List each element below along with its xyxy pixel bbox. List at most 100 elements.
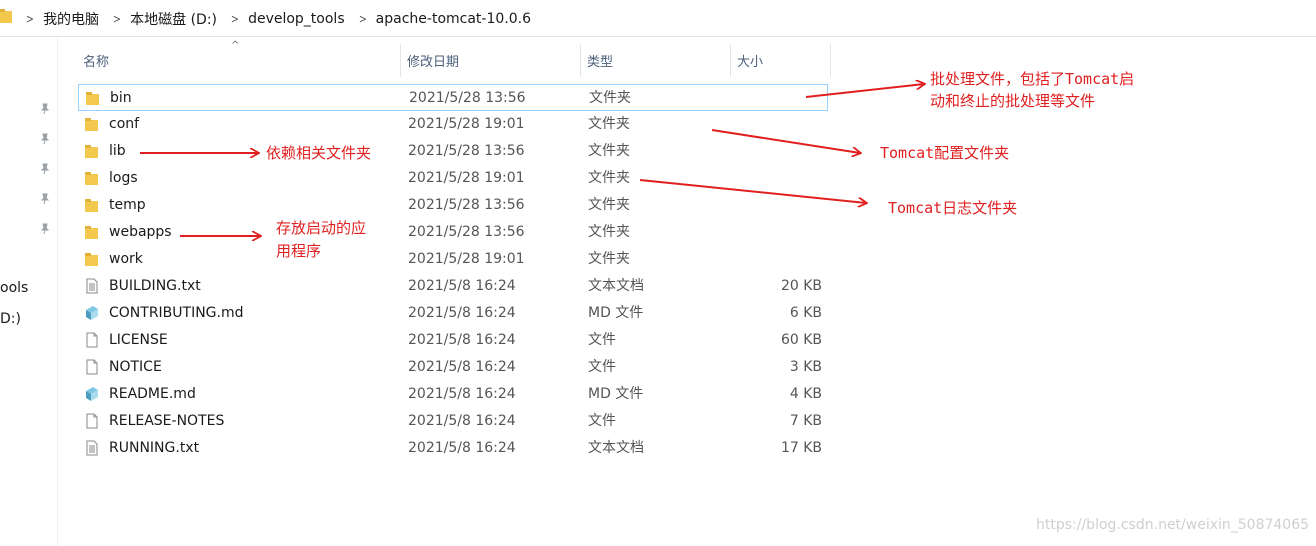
column-header-date[interactable]: 修改日期 <box>402 44 580 77</box>
file-type: MD 文件 <box>588 386 644 402</box>
file-row[interactable]: bin 2021/5/28 13:56 文件夹 <box>78 84 828 111</box>
file-type: MD 文件 <box>588 305 644 321</box>
file-date: 2021/5/8 16:24 <box>408 386 516 402</box>
breadcrumb-item-develop-tools[interactable]: develop_tools <box>248 11 357 27</box>
blank-file-icon <box>86 332 98 348</box>
annotation-logs: Tomcat日志文件夹 <box>888 199 1018 217</box>
file-date: 2021/5/8 16:24 <box>408 278 516 294</box>
file-size: 4 KB <box>789 386 822 402</box>
file-row[interactable]: RELEASE-NOTES 2021/5/8 16:24 文件 7 KB <box>78 408 828 435</box>
file-type: 文件夹 <box>588 197 630 213</box>
blank-file-icon <box>86 413 98 429</box>
annotation-bin-line1: 批处理文件，包括了Tomcat启 <box>930 70 1135 88</box>
file-size: 3 KB <box>789 359 822 375</box>
file-date: 2021/5/8 16:24 <box>408 413 516 429</box>
file-row[interactable]: README.md 2021/5/8 16:24 MD 文件 4 KB <box>78 381 828 408</box>
file-row[interactable]: LICENSE 2021/5/8 16:24 文件 60 KB <box>78 327 828 354</box>
file-name: logs <box>109 170 138 186</box>
column-header-type[interactable]: 类型 <box>582 44 730 77</box>
blank-file-icon <box>86 359 98 375</box>
column-divider[interactable] <box>730 44 731 77</box>
column-header-name[interactable]: 名称 <box>78 44 400 77</box>
file-row[interactable]: temp 2021/5/28 13:56 文件夹 <box>78 192 828 219</box>
folder-icon <box>86 92 99 105</box>
file-type: 文件 <box>588 332 616 348</box>
annotation-conf: Tomcat配置文件夹 <box>880 144 1010 162</box>
pin-icon[interactable] <box>39 133 51 145</box>
file-date: 2021/5/28 19:01 <box>408 251 525 267</box>
file-date: 2021/5/28 19:01 <box>408 116 525 132</box>
folder-icon <box>85 199 98 212</box>
folder-icon <box>85 172 98 185</box>
file-date: 2021/5/28 13:56 <box>409 90 526 106</box>
chevron-right-icon[interactable]: > <box>113 12 128 26</box>
column-divider[interactable] <box>580 44 581 77</box>
file-date: 2021/5/8 16:24 <box>408 440 516 456</box>
column-header-type-label: 类型 <box>587 55 614 70</box>
file-name: RELEASE-NOTES <box>109 413 225 429</box>
column-header-size-label: 大小 <box>737 55 764 70</box>
file-size: 17 KB <box>780 440 822 456</box>
file-row[interactable]: conf 2021/5/28 19:01 文件夹 <box>78 111 828 138</box>
file-name: README.md <box>109 386 196 402</box>
file-name: work <box>109 251 143 267</box>
breadcrumb-item-my-computer[interactable]: 我的电脑 <box>43 9 111 29</box>
file-date: 2021/5/28 13:56 <box>408 197 525 213</box>
address-bar[interactable]: > 我的电脑 > 本地磁盘 (D:) > develop_tools > apa… <box>0 0 1316 37</box>
annotation-webapps-line2: 用程序 <box>276 242 322 260</box>
folder-icon <box>85 145 98 158</box>
folder-icon <box>85 118 98 131</box>
watermark: https://blog.csdn.net/weixin_50874065 <box>1036 517 1310 533</box>
folder-icon <box>85 226 98 239</box>
file-row[interactable]: lib 2021/5/28 13:56 文件夹 <box>78 138 828 165</box>
breadcrumb-item-tomcat[interactable]: apache-tomcat-10.0.6 <box>376 11 543 27</box>
file-size: 6 KB <box>789 305 822 321</box>
file-name: conf <box>109 116 140 132</box>
breadcrumb: > 我的电脑 > 本地磁盘 (D:) > develop_tools > apa… <box>24 0 543 37</box>
file-row[interactable]: CONTRIBUTING.md 2021/5/8 16:24 MD 文件 6 KB <box>78 300 828 327</box>
column-divider[interactable] <box>400 44 401 77</box>
folder-icon <box>85 253 98 266</box>
file-name: lib <box>109 143 126 159</box>
annotation-lib: 依赖相关文件夹 <box>266 144 372 162</box>
annotation-webapps-line1: 存放启动的应 <box>276 219 367 237</box>
file-date: 2021/5/8 16:24 <box>408 359 516 375</box>
file-type: 文件夹 <box>589 90 631 106</box>
folder-icon <box>0 9 12 23</box>
file-row[interactable]: NOTICE 2021/5/8 16:24 文件 3 KB <box>78 354 828 381</box>
md-file-icon <box>86 306 98 320</box>
pin-icon[interactable] <box>39 103 51 115</box>
column-divider[interactable] <box>830 44 831 77</box>
file-row[interactable]: webapps 2021/5/28 13:56 文件夹 <box>78 219 828 246</box>
file-date: 2021/5/28 13:56 <box>408 224 525 240</box>
nav-item-develop-tools[interactable]: ools <box>0 280 28 296</box>
text-file-icon <box>86 440 98 456</box>
file-row[interactable]: BUILDING.txt 2021/5/8 16:24 文本文档 20 KB <box>78 273 828 300</box>
file-name: BUILDING.txt <box>109 278 201 294</box>
pin-icon[interactable] <box>39 223 51 235</box>
nav-item-drive-d[interactable]: D:) <box>0 311 21 327</box>
file-type: 文件夹 <box>588 224 630 240</box>
file-date: 2021/5/28 13:56 <box>408 143 525 159</box>
chevron-right-icon[interactable]: > <box>231 12 246 26</box>
text-file-icon <box>86 278 98 294</box>
file-row[interactable]: work 2021/5/28 19:01 文件夹 <box>78 246 828 273</box>
file-row[interactable]: RUNNING.txt 2021/5/8 16:24 文本文档 17 KB <box>78 435 828 462</box>
pin-icon[interactable] <box>39 163 51 175</box>
file-type: 文件夹 <box>588 251 630 267</box>
file-type: 文件夹 <box>588 170 630 186</box>
file-date: 2021/5/8 16:24 <box>408 332 516 348</box>
file-name: webapps <box>109 224 172 240</box>
md-file-icon <box>86 387 98 401</box>
file-name: LICENSE <box>109 332 168 348</box>
chevron-right-icon[interactable]: > <box>359 12 374 26</box>
file-type: 文件夹 <box>588 143 630 159</box>
breadcrumb-item-drive-d[interactable]: 本地磁盘 (D:) <box>130 9 229 29</box>
file-date: 2021/5/28 19:01 <box>408 170 525 186</box>
file-name: CONTRIBUTING.md <box>109 305 244 321</box>
pin-icon[interactable] <box>39 193 51 205</box>
file-type: 文件夹 <box>588 116 630 132</box>
chevron-right-icon[interactable]: > <box>26 12 41 26</box>
column-header-size[interactable]: 大小 <box>732 44 830 77</box>
file-row[interactable]: logs 2021/5/28 19:01 文件夹 <box>78 165 828 192</box>
